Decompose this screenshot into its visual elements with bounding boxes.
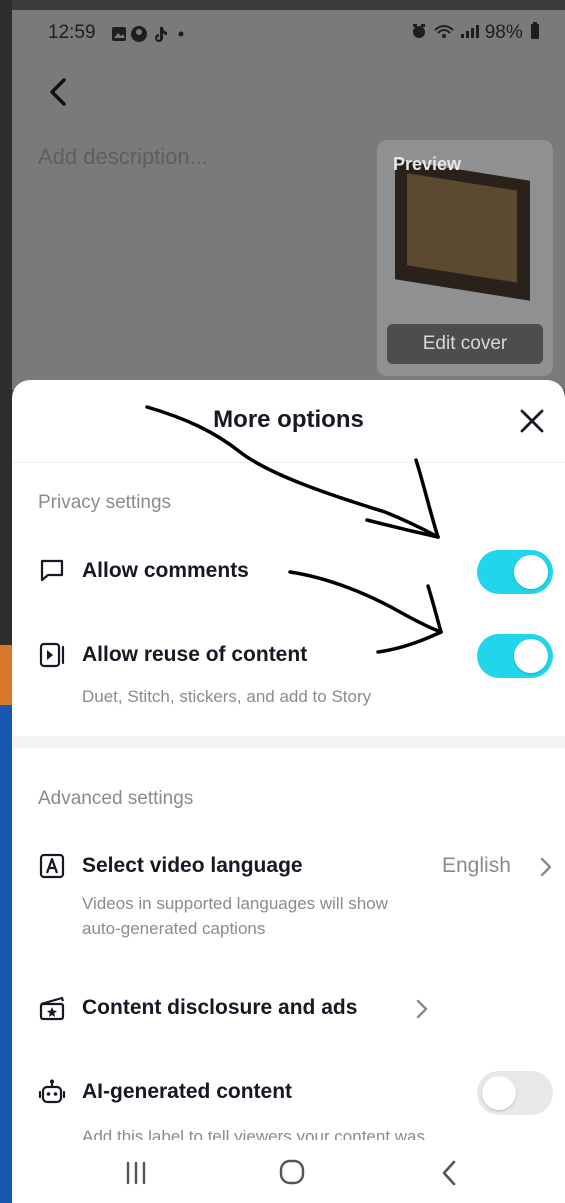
language-icon — [39, 853, 65, 879]
allow-reuse-label: Allow reuse of content — [82, 643, 308, 666]
privacy-settings-heading: Privacy settings — [38, 492, 172, 513]
battery-percent: 98% — [484, 22, 523, 43]
dot-icon — [178, 31, 184, 37]
ai-generated-content-toggle[interactable] — [477, 1071, 553, 1115]
system-navigation-bar — [12, 1140, 565, 1203]
toggle-knob — [514, 639, 548, 673]
content-disclosure-label[interactable]: Content disclosure and ads — [82, 996, 357, 1020]
clapperboard-icon — [39, 996, 65, 1021]
close-icon[interactable] — [517, 406, 547, 436]
header-divider — [12, 462, 565, 463]
back-icon[interactable] — [430, 1156, 470, 1190]
chevron-right-icon — [416, 999, 428, 1019]
advanced-settings-heading: Advanced settings — [38, 788, 194, 809]
tiktok-icon — [155, 27, 167, 42]
status-right-group: 98% — [411, 22, 540, 44]
status-time: 12:59 — [48, 22, 96, 43]
section-divider — [12, 736, 565, 748]
wifi-icon — [434, 25, 454, 38]
ai-generated-content-description: Add this label to tell viewers your cont… — [82, 1127, 426, 1140]
video-language-value[interactable]: English — [442, 854, 511, 878]
chevron-right-icon — [540, 857, 552, 877]
face-icon — [131, 26, 147, 42]
allow-reuse-toggle[interactable] — [477, 634, 553, 678]
background-blue-strip — [0, 705, 12, 1203]
alarm-icon — [412, 24, 425, 38]
allow-comments-toggle[interactable] — [477, 550, 553, 594]
description-input[interactable]: Add description... — [38, 144, 208, 170]
home-icon[interactable] — [272, 1156, 312, 1190]
back-arrow-icon[interactable] — [44, 74, 74, 110]
phone-screen: 12:59 98% Add description... Preview Edi… — [0, 0, 565, 1203]
status-notification-icons — [110, 25, 206, 49]
status-bar: 12:59 98% — [38, 22, 548, 46]
gallery-icon — [112, 27, 126, 41]
video-preview[interactable]: Preview Edit cover — [377, 140, 553, 376]
comment-icon — [40, 559, 64, 582]
toggle-knob — [482, 1076, 516, 1110]
toggle-knob — [514, 555, 548, 589]
preview-thumbnail-image — [395, 159, 530, 301]
sheet-title: More options — [213, 406, 364, 433]
allow-comments-label: Allow comments — [82, 559, 249, 582]
battery-icon — [531, 22, 539, 39]
edit-cover-button[interactable]: Edit cover — [387, 324, 543, 364]
signal-icon — [460, 25, 479, 38]
more-options-sheet: More options Privacy settings Allow comm… — [12, 380, 565, 1203]
allow-reuse-description: Duet, Stitch, stickers, and add to Story — [82, 687, 372, 706]
video-language-description-line1: Videos in supported languages will show — [82, 894, 388, 913]
recents-icon[interactable] — [116, 1156, 156, 1190]
reuse-content-icon — [39, 642, 65, 668]
robot-icon — [38, 1079, 66, 1104]
preview-label: Preview — [393, 154, 462, 174]
background-orange-strip — [0, 645, 12, 705]
video-language-description-line2: auto-generated captions — [82, 919, 266, 938]
select-video-language-label[interactable]: Select video language — [82, 854, 303, 878]
ai-generated-content-label: AI-generated content — [82, 1080, 293, 1103]
